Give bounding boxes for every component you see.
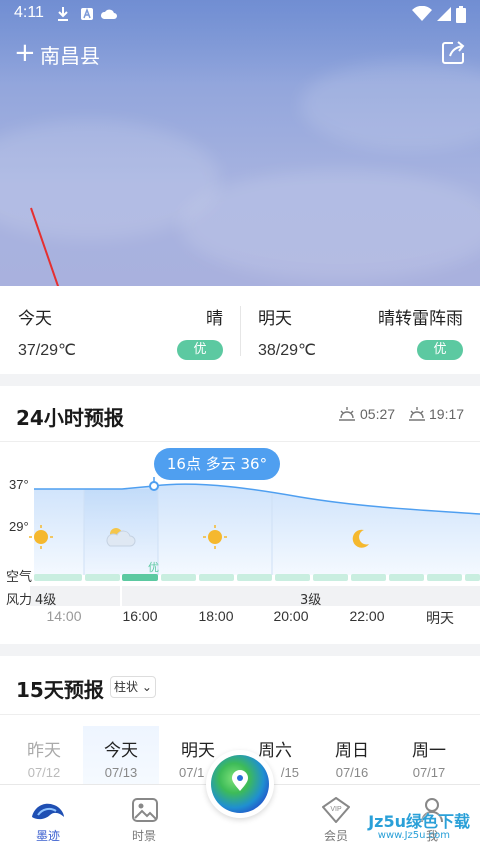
hour-tooltip: 16点 多云 36° (154, 448, 280, 480)
time-tick: 22:00 (349, 608, 385, 624)
moji-logo-icon (28, 797, 68, 829)
sunset-time: 19:17 (429, 406, 465, 422)
today-condition: 晴 (206, 309, 223, 329)
y-label-high: 37° (9, 477, 29, 492)
time-tick: 16:00 (122, 608, 158, 624)
time-tick: 18:00 (198, 608, 234, 624)
day-date: 07/13 (104, 765, 138, 780)
today-aqi-badge: 优 (177, 340, 223, 360)
daily-title: 15天预报 (16, 678, 104, 702)
air-quality-bars (34, 574, 480, 581)
tomorrow-label: 明天 (258, 309, 292, 329)
day-date: 07/17 (412, 765, 446, 780)
tomorrow-temp: 38/29℃ (258, 342, 317, 359)
sunset-icon (408, 406, 426, 426)
wind-level-left: 4级 (35, 593, 57, 608)
chart-mode-dropdown[interactable]: 柱状 ⌄ (110, 676, 156, 698)
tab-scenery[interactable]: 时景 (104, 785, 184, 853)
time-tick: 14:00 (46, 608, 82, 624)
y-label-low: 29° (9, 519, 29, 534)
annotation-arrow (30, 207, 72, 325)
day-date: 07/16 (335, 765, 369, 780)
daily-divider (0, 714, 480, 715)
tab-label: 会员 (323, 829, 348, 843)
day-name: 周日 (335, 741, 369, 761)
vip-icon: VIP (321, 796, 351, 827)
day-date: 07/12 (27, 765, 61, 780)
day-name: 今天 (104, 741, 138, 761)
tomorrow-condition: 晴转雷阵雨 (378, 309, 463, 329)
image-icon (132, 798, 158, 826)
today-tomorrow-card[interactable]: 今天 晴 37/29℃ 优 明天 晴转雷阵雨 38/29℃ 优 (0, 286, 480, 374)
air-quality-label: 空气 (6, 570, 33, 585)
wind-label: 风力 (6, 593, 33, 608)
wind-band (30, 586, 480, 606)
watermark-url: www.Jz5u.com (377, 830, 450, 841)
today-temp: 37/29℃ (18, 342, 77, 359)
chevron-down-icon: ⌄ (141, 680, 152, 694)
day-column[interactable]: 周日 07/16 (314, 736, 390, 780)
chart-mode-label: 柱状 (114, 680, 139, 694)
day-column[interactable]: 昨天 07/12 (6, 736, 82, 780)
radar-map-button[interactable] (206, 750, 274, 818)
air-quality-badge: 优 (148, 561, 159, 574)
sunrise-time: 05:27 (360, 406, 396, 422)
tomorrow-aqi-badge: 优 (417, 340, 463, 360)
day-name: 周一 (412, 741, 446, 761)
time-tick: 明天 (426, 610, 454, 626)
day-column[interactable]: 周一 07/17 (391, 736, 467, 780)
tab-vip[interactable]: VIP 会员 (296, 785, 376, 853)
card-divider (240, 306, 241, 356)
time-tick: 20:00 (273, 608, 309, 624)
tab-label: 时景 (131, 829, 156, 843)
wind-level-right: 3级 (300, 593, 322, 608)
day-name: 昨天 (27, 741, 61, 761)
today-label: 今天 (18, 309, 52, 329)
location-pin-icon (231, 770, 249, 796)
tab-moji[interactable]: 墨迹 (8, 785, 88, 853)
sunrise-icon (338, 406, 356, 426)
watermark-text: Jz5u绿色下载 (368, 812, 470, 831)
hourly-title: 24小时预报 (16, 406, 124, 430)
tab-label: 墨迹 (35, 829, 60, 843)
svg-text:VIP: VIP (330, 806, 342, 813)
